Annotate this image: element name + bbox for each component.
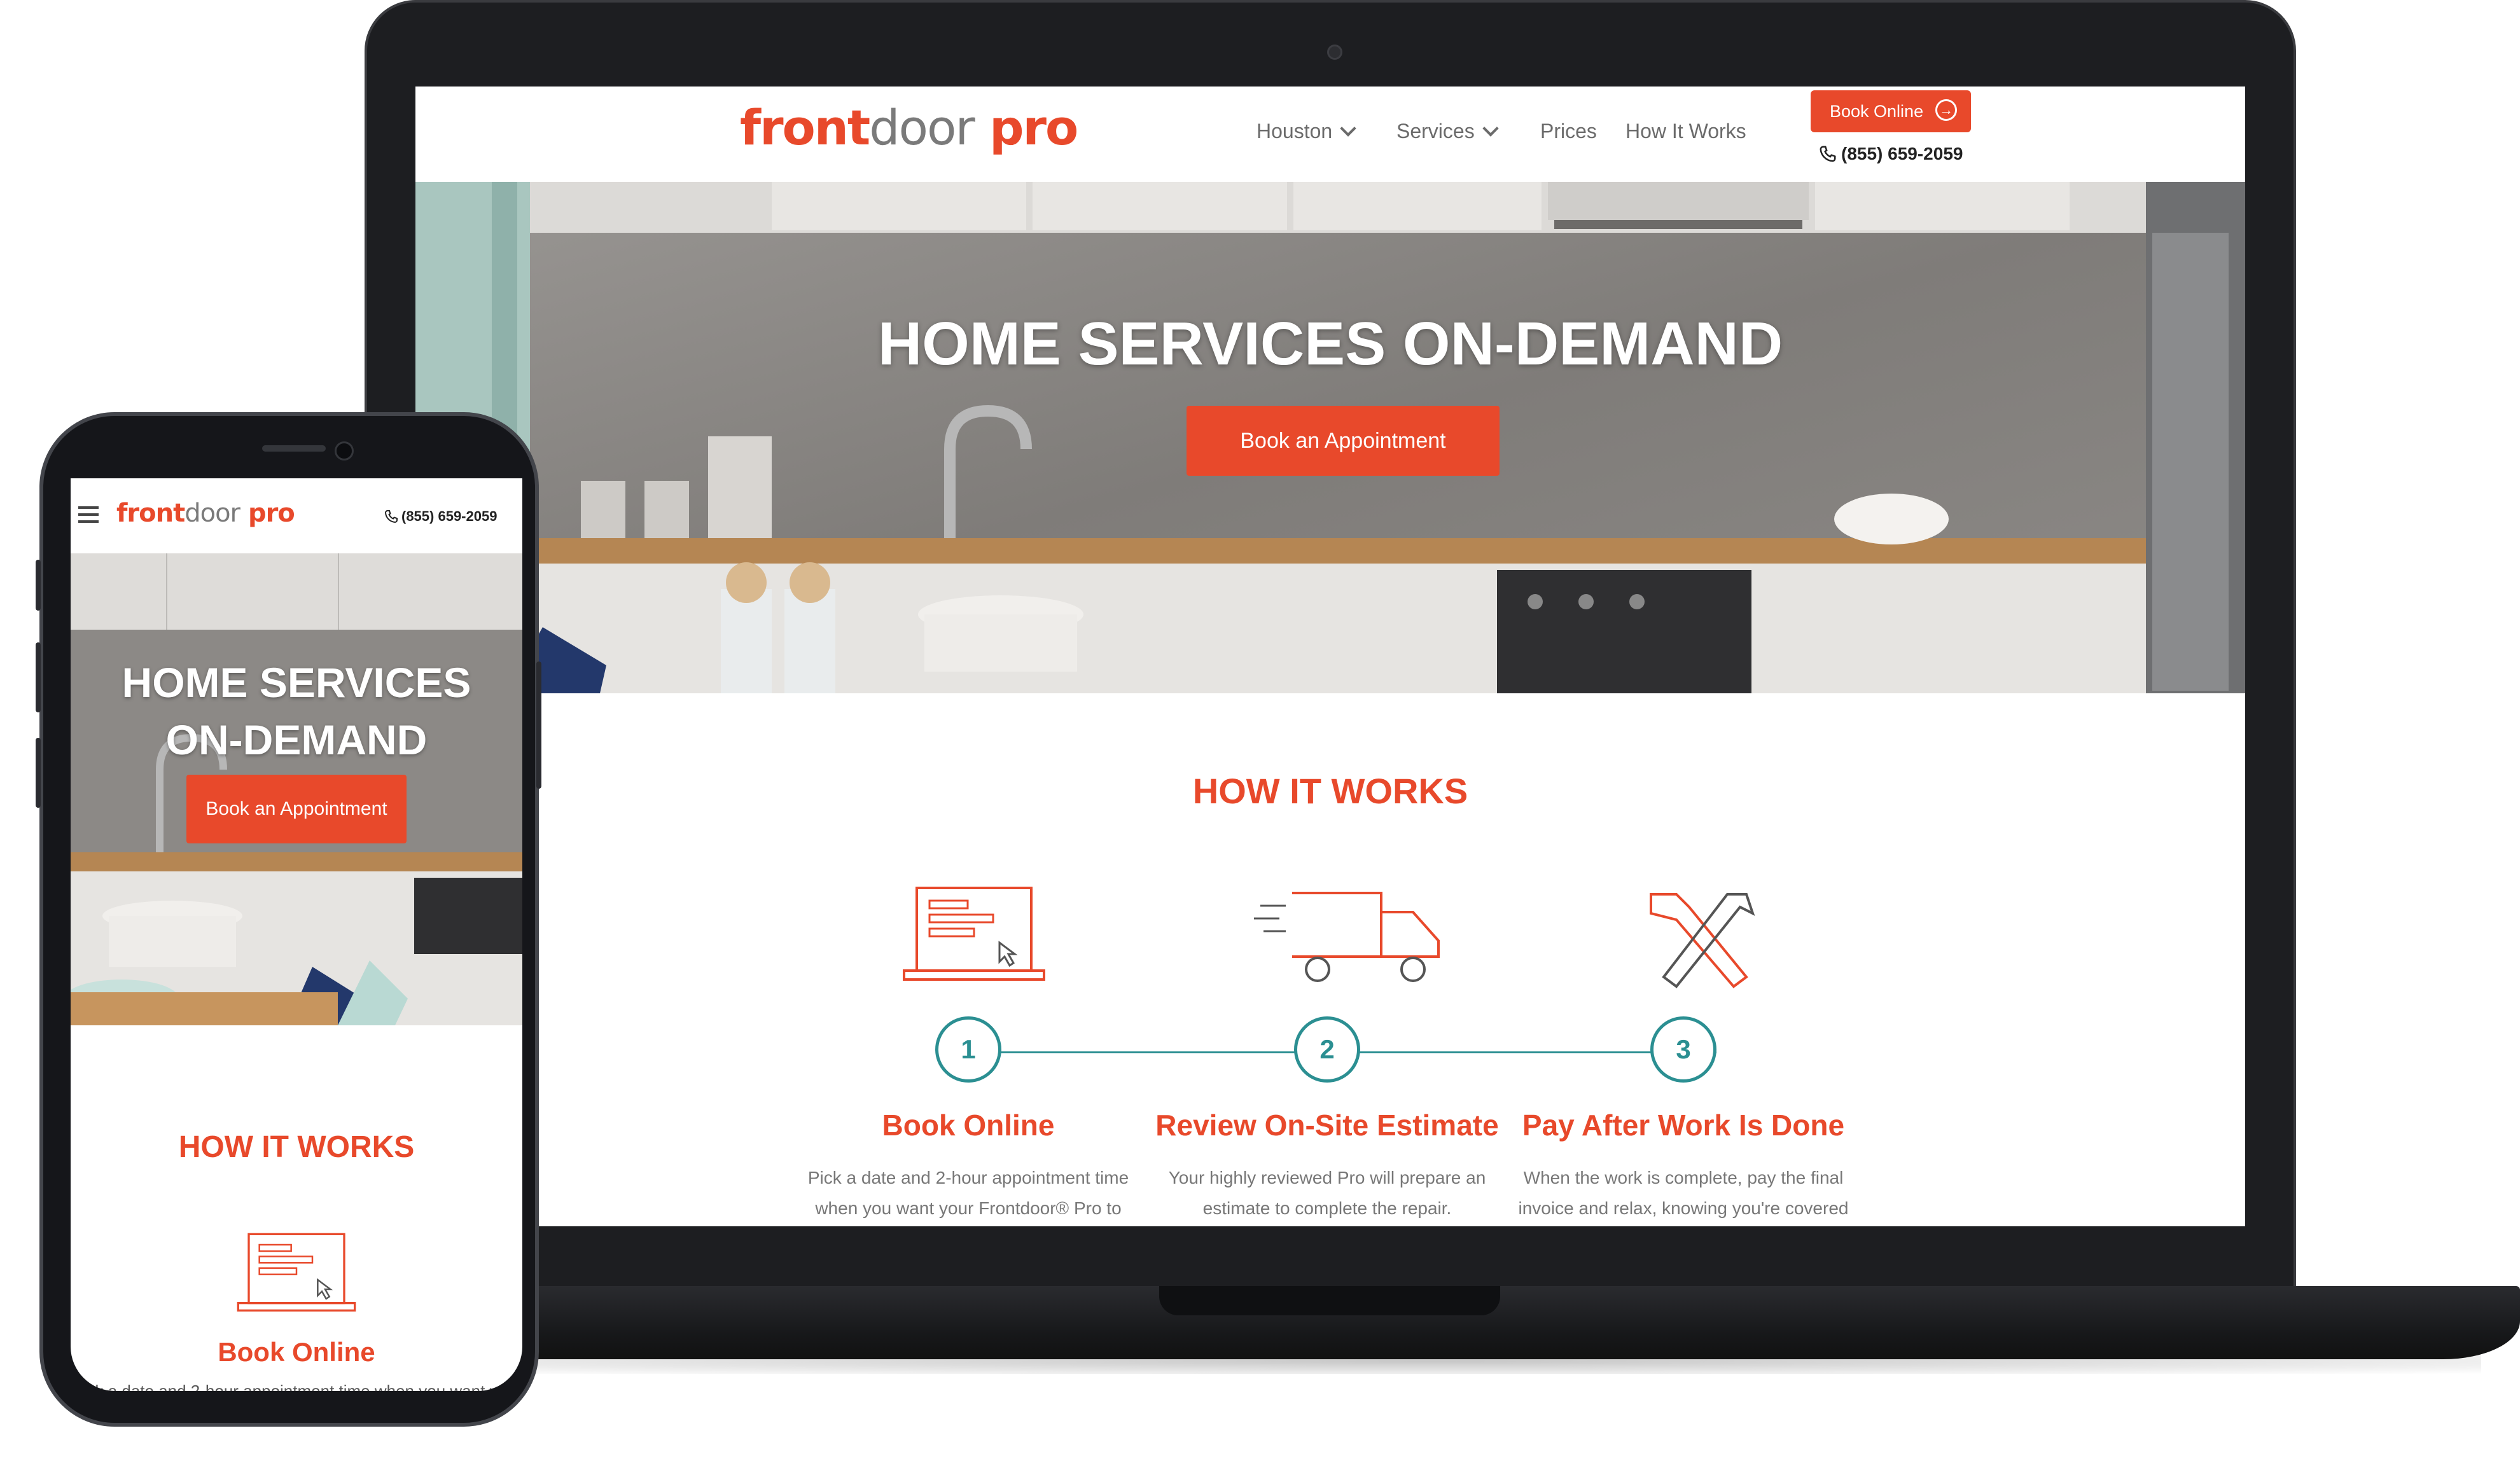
chevron-down-icon: [1482, 120, 1499, 137]
phone-icon: [1820, 146, 1836, 162]
laptop-camera: [1327, 45, 1342, 60]
phone-icon: [384, 510, 398, 523]
book-online-button[interactable]: Book Online →: [1811, 90, 1971, 132]
step-number-3: 3: [1650, 1016, 1716, 1083]
step-desc-3-line2: invoice and relax, knowing you're covere…: [1518, 1198, 1849, 1218]
logo-pro: pro: [989, 99, 1078, 156]
phone-step-title: Book Online: [218, 1337, 375, 1367]
phone-screen: frontdoor pro (855) 659-2059 HOME SERVIC…: [71, 478, 522, 1391]
phone-site-logo[interactable]: frontdoor pro: [116, 499, 295, 528]
logo-front: front: [116, 499, 185, 528]
step-desc-2-line2: estimate to complete the repair.: [1202, 1198, 1452, 1218]
step-desc-1-line1: Pick a date and 2-hour appointment time: [807, 1168, 1129, 1188]
step-desc-3: When the work is complete, pay the final…: [1486, 1163, 1881, 1224]
hamburger-menu-icon[interactable]: [78, 506, 99, 523]
header-phone-link[interactable]: (855) 659-2059: [1818, 144, 1963, 164]
laptop-click-icon: [237, 1233, 356, 1312]
phone-speaker: [262, 445, 326, 452]
site-logo[interactable]: frontdoor pro: [740, 99, 1078, 156]
laptop-click-icon: [903, 887, 1045, 981]
header-phone-number: (855) 659-2059: [1841, 144, 1963, 163]
how-it-works-title: HOW IT WORKS: [1192, 771, 1468, 811]
site-header: frontdoor pro Houston Services Prices Ho…: [415, 87, 2245, 182]
phone-hero-banner: HOME SERVICES ON-DEMAND Book an Appointm…: [71, 553, 522, 1025]
delivery-truck-icon: [1254, 892, 1440, 982]
logo-pro: pro: [247, 499, 295, 528]
phone-header-phone-link[interactable]: (855) 659-2059: [384, 508, 497, 525]
phone-site-header: frontdoor pro (855) 659-2059: [71, 478, 522, 553]
logo-front: front: [740, 99, 870, 156]
step-desc-3-line1: When the work is complete, pay the final: [1523, 1168, 1844, 1188]
nav-prices[interactable]: Prices: [1540, 120, 1597, 143]
step-desc-1: Pick a date and 2-hour appointment time …: [771, 1163, 1166, 1224]
phone-book-appointment-button[interactable]: Book an Appointment: [186, 775, 407, 843]
hammer-wrench-icon: [1650, 893, 1755, 988]
step-desc-2-line1: Your highly reviewed Pro will prepare an: [1168, 1168, 1486, 1188]
book-appointment-button[interactable]: Book an Appointment: [1187, 406, 1500, 476]
hero-banner: HOME SERVICES ON-DEMAND Book an Appointm…: [415, 182, 2245, 693]
step-desc-2: Your highly reviewed Pro will prepare an…: [1130, 1163, 1524, 1224]
nav-services[interactable]: Services: [1396, 120, 1499, 143]
laptop-notch: [1159, 1286, 1500, 1315]
chevron-down-icon: [1340, 120, 1356, 137]
phone-camera: [335, 441, 354, 460]
step-title-3: Pay After Work Is Done: [1522, 1109, 1845, 1142]
phone-side-button: [36, 642, 41, 712]
phone-hero-title: HOME SERVICES ON-DEMAND: [122, 659, 471, 763]
nav-how-it-works[interactable]: How It Works: [1625, 120, 1746, 143]
phone-step-desc: k a date and 2-hour appointment time whe…: [95, 1381, 498, 1391]
phone-side-button: [36, 738, 41, 808]
nav-services-label: Services: [1396, 120, 1475, 142]
logo-door: door: [869, 99, 975, 156]
laptop-screen: frontdoor pro Houston Services Prices Ho…: [415, 87, 2245, 1226]
step-number-1: 1: [935, 1016, 1001, 1083]
book-online-label: Book Online: [1830, 102, 1924, 121]
phone-side-button: [36, 560, 41, 611]
phone-power-button: [536, 661, 541, 789]
hero-title: HOME SERVICES ON-DEMAND: [877, 310, 1783, 378]
nav-houston-label: Houston: [1257, 120, 1333, 142]
step-desc-1-line2: when you want your Frontdoor® Pro to: [815, 1198, 1122, 1218]
step-number-2: 2: [1294, 1016, 1360, 1083]
phone-how-it-works-title: HOW IT WORKS: [178, 1130, 415, 1164]
nav-houston[interactable]: Houston: [1257, 120, 1356, 143]
phone-header-phone-number: (855) 659-2059: [401, 508, 498, 524]
logo-door: door: [184, 499, 240, 528]
arrow-right-circle-icon: →: [1935, 99, 1957, 121]
